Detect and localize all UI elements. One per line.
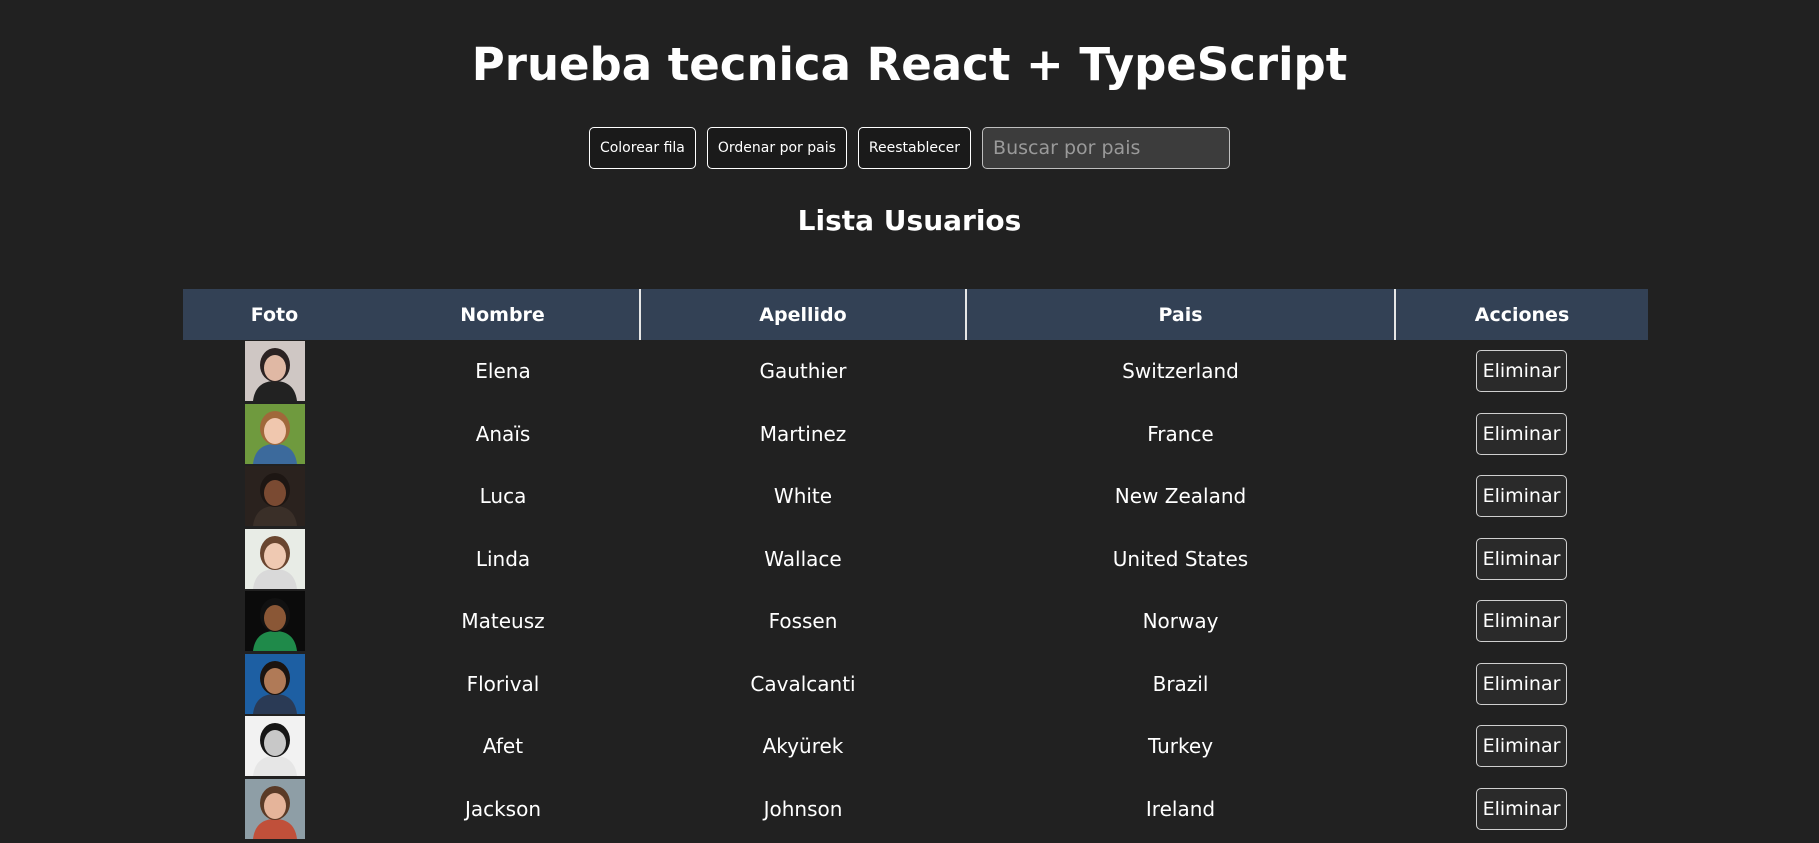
- actions-cell: Eliminar: [1395, 590, 1648, 653]
- table-body: Elena Gauthier Switzerland Eliminar Anaïs Mar…: [183, 340, 1648, 840]
- sort-by-country-button[interactable]: Ordenar por pais: [706, 127, 847, 169]
- column-header-photo: Foto: [250, 303, 299, 326]
- country-cell: Switzerland: [1122, 359, 1239, 384]
- delete-button[interactable]: Eliminar: [1475, 412, 1568, 455]
- photo-cell: [183, 778, 366, 841]
- actions-cell: Eliminar: [1395, 465, 1648, 528]
- user-avatar: [244, 591, 305, 652]
- first-name-cell: Mateusz: [461, 609, 545, 634]
- delete-button[interactable]: Eliminar: [1475, 662, 1568, 705]
- last-name-cell: Johnson: [763, 796, 843, 821]
- first-name-cell: Luca: [479, 484, 527, 509]
- user-avatar: [244, 341, 305, 402]
- photo-cell: [183, 403, 366, 466]
- first-name-cell: Linda: [475, 546, 531, 571]
- column-header-actions: Acciones: [1394, 289, 1648, 340]
- last-name-cell: Akyürek: [762, 734, 844, 759]
- app-page: Prueba tecnica React + TypeScript Colore…: [0, 0, 1819, 843]
- country-cell: Turkey: [1147, 734, 1214, 759]
- first-name-cell: Elena: [475, 359, 531, 384]
- photo-cell: [183, 715, 366, 778]
- last-name-cell: Gauthier: [759, 359, 847, 384]
- actions-cell: Eliminar: [1395, 715, 1648, 778]
- actions-cell: Eliminar: [1395, 403, 1648, 466]
- last-name-cell: White: [773, 484, 833, 509]
- actions-cell: Eliminar: [1395, 340, 1648, 403]
- table-row: Afet Akyürek Turkey Eliminar: [183, 715, 1648, 778]
- photo-cell: [183, 590, 366, 653]
- color-rows-button[interactable]: Colorear fila: [588, 127, 696, 169]
- delete-button[interactable]: Eliminar: [1475, 725, 1568, 768]
- first-name-cell: Florival: [466, 671, 540, 696]
- table-row: Linda Wallace United States Eliminar: [183, 528, 1648, 591]
- user-avatar: [244, 528, 305, 589]
- reset-button[interactable]: Reestablecer: [857, 127, 972, 169]
- user-avatar: [244, 716, 305, 777]
- actions-cell: Eliminar: [1395, 528, 1648, 591]
- last-name-cell: Cavalcanti: [750, 671, 856, 696]
- delete-button[interactable]: Eliminar: [1475, 350, 1568, 393]
- table-row: Jackson Johnson Ireland Eliminar: [183, 778, 1648, 841]
- country-search-input[interactable]: [982, 127, 1231, 169]
- actions-cell: Eliminar: [1395, 653, 1648, 716]
- delete-button[interactable]: Eliminar: [1475, 600, 1568, 643]
- first-name-cell: Afet: [482, 734, 524, 759]
- table-header-row: Foto Nombre Apellido Pais Acciones: [183, 289, 1648, 340]
- table-row: Luca White New Zealand Eliminar: [183, 465, 1648, 528]
- country-cell: Brazil: [1152, 671, 1209, 696]
- table-row: Florival Cavalcanti Brazil Eliminar: [183, 653, 1648, 716]
- photo-cell: [183, 465, 366, 528]
- column-header-first-name: Nombre: [460, 303, 545, 326]
- column-header-last-name: Apellido: [639, 289, 966, 340]
- user-avatar: [244, 403, 305, 464]
- page-title: Prueba tecnica React + TypeScript: [471, 38, 1348, 91]
- country-cell: United States: [1112, 546, 1249, 571]
- delete-button[interactable]: Eliminar: [1475, 475, 1568, 518]
- user-avatar: [244, 778, 305, 839]
- user-avatar: [244, 653, 305, 714]
- column-header-country[interactable]: Pais: [965, 289, 1395, 340]
- first-name-cell: Jackson: [464, 796, 542, 821]
- country-cell: Norway: [1142, 609, 1219, 634]
- users-table: Foto Nombre Apellido Pais Acciones Elena…: [183, 289, 1648, 840]
- table-row: Elena Gauthier Switzerland Eliminar: [183, 340, 1648, 403]
- first-name-cell: Anaïs: [475, 421, 531, 446]
- table-row: Mateusz Fossen Norway Eliminar: [183, 590, 1648, 653]
- country-cell: Ireland: [1145, 796, 1216, 821]
- user-avatar: [244, 466, 305, 527]
- photo-cell: [183, 340, 366, 403]
- table-row: Anaïs Martinez France Eliminar: [183, 403, 1648, 466]
- country-cell: New Zealand: [1114, 484, 1247, 509]
- last-name-cell: Fossen: [768, 609, 838, 634]
- photo-cell: [183, 528, 366, 591]
- country-cell: France: [1147, 421, 1214, 446]
- delete-button[interactable]: Eliminar: [1475, 787, 1568, 830]
- actions-cell: Eliminar: [1395, 778, 1648, 841]
- list-title: Lista Usuarios: [797, 204, 1022, 237]
- photo-cell: [183, 653, 366, 716]
- last-name-cell: Wallace: [764, 546, 842, 571]
- last-name-cell: Martinez: [759, 421, 847, 446]
- delete-button[interactable]: Eliminar: [1475, 537, 1568, 580]
- toolbar: Colorear fila Ordenar por pais Reestable…: [0, 127, 1819, 169]
